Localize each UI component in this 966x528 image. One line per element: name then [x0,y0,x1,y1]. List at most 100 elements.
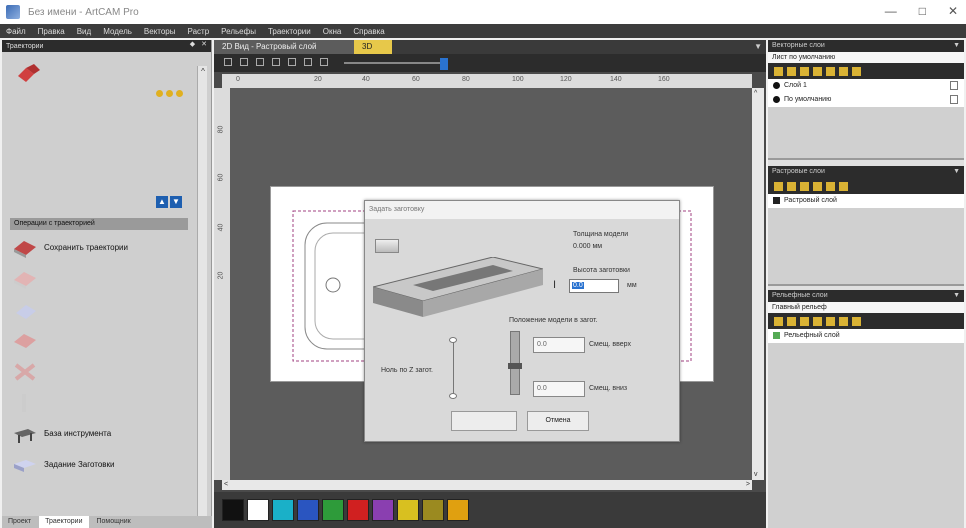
tab-2d-view[interactable]: 2D Вид - Растровый слой [214,40,354,54]
zoom-slider-track[interactable] [344,62,448,64]
maximize-button[interactable]: □ [919,4,926,18]
layer-item[interactable]: Слой 1 [768,79,964,93]
swatch-1[interactable] [247,499,269,521]
drawing-canvas[interactable]: Задать заготовку Толщина модели 0.000 мм… [230,88,752,480]
copy-icon[interactable] [813,181,822,191]
new-layer-icon[interactable] [774,316,783,326]
brush-icon[interactable] [826,181,835,191]
swatch-7[interactable] [397,499,419,521]
menu-toolpaths[interactable]: Траектории [268,27,311,36]
menu-raster[interactable]: Растр [188,27,210,36]
pin-icon[interactable]: ◆ [190,40,195,48]
lock-icon[interactable] [950,81,958,90]
menu-view[interactable]: Вид [77,27,91,36]
lock-icon[interactable] [950,95,958,104]
swatch-6[interactable] [372,499,394,521]
open-icon[interactable] [787,181,796,191]
material-height-input[interactable]: 0.0 [569,279,619,293]
op-save-toolpaths[interactable]: Сохранить траектории [12,232,192,263]
menu-reliefs[interactable]: Рельефы [221,27,256,36]
swatch-5[interactable] [347,499,369,521]
raster-layer-item[interactable]: Растровый слой [768,194,964,208]
menu-file[interactable]: Файл [6,27,26,36]
tab-assistant[interactable]: Помощник [91,516,137,528]
menu-windows[interactable]: Окна [323,27,342,36]
layer-item[interactable]: По умолчанию [768,93,964,107]
swatch-8[interactable] [422,499,444,521]
tab-3d-view[interactable]: 3D вид [354,40,392,65]
lightbulb-icon[interactable] [852,316,861,326]
save-icon[interactable] [800,181,809,191]
snap-icon[interactable] [304,58,312,66]
ok-button[interactable] [451,411,517,431]
refresh-icon[interactable] [272,58,280,66]
swatch-9[interactable] [447,499,469,521]
tab-toolpaths[interactable]: Траектории [39,516,89,528]
collapse-icon[interactable]: ▼ [953,290,960,302]
relief-main-name[interactable]: Главный рельеф [768,302,964,313]
left-panel-scrollbar[interactable]: ^ v [197,66,207,526]
panel-close-icon[interactable]: ✕ [201,40,207,48]
op-tool-database[interactable]: База инструмента [12,418,192,449]
lightbulb-icon[interactable] [852,66,861,76]
info-icon[interactable] [320,58,328,66]
menu-help[interactable]: Справка [353,27,384,36]
vertical-scrollbar[interactable]: ^ v [752,88,764,480]
zoom-tool-icon[interactable] [240,58,248,66]
horizontal-scrollbar[interactable]: < > [222,480,752,490]
open-icon[interactable] [787,66,796,76]
menu-vectors[interactable]: Векторы [144,27,176,36]
swatch-2[interactable] [272,499,294,521]
merge-icon[interactable] [839,66,848,76]
copy-icon[interactable] [813,66,822,76]
swatch-0[interactable] [222,499,244,521]
copy-icon[interactable] [813,316,822,326]
brush-icon[interactable] [826,66,835,76]
close-button[interactable]: ✕ [948,4,958,18]
brush-icon[interactable] [839,316,848,326]
relief-layer-item[interactable]: Рельефный слой [768,329,964,343]
new-layer-icon[interactable] [774,66,783,76]
select-tool-icon[interactable] [224,58,232,66]
scroll-right-icon[interactable]: > [746,480,750,490]
scroll-up-icon[interactable]: ^ [754,90,757,97]
new-layer-icon[interactable] [774,181,783,191]
arrow-up-button[interactable]: ▲ [156,196,168,208]
vector-sheet-name[interactable]: Лист по умолчанию [768,52,964,63]
scroll-up-icon[interactable]: ^ [198,66,208,78]
save-icon[interactable] [800,316,809,326]
pan-tool-icon[interactable] [256,58,264,66]
menu-edit[interactable]: Правка [38,27,65,36]
open-icon[interactable] [787,316,796,326]
zoom-slider-thumb[interactable] [440,58,448,70]
save-icon[interactable] [800,66,809,76]
op-set-material[interactable]: Задание Заготовки [12,449,192,480]
swatch-4[interactable] [322,499,344,521]
op-item-2[interactable] [12,263,192,294]
cancel-button[interactable]: Отмена [527,411,589,431]
op-item-4[interactable] [12,325,192,356]
tab-project[interactable]: Проект [2,516,37,528]
minimize-button[interactable]: — [885,4,897,18]
collapse-icon[interactable]: ▼ [953,40,960,52]
menu-model[interactable]: Модель [103,27,132,36]
toolpath-icon-4 [14,333,36,348]
toolpaths-panel-title: Траектории [6,42,44,50]
op-item-3[interactable] [12,294,192,325]
model-position-slider-thumb[interactable] [508,363,522,369]
offset-bottom-input[interactable]: 0.0 [533,381,585,397]
grid-icon[interactable] [288,58,296,66]
scroll-down-icon[interactable]: v [754,471,758,478]
swatch-3[interactable] [297,499,319,521]
offset-top-input[interactable]: 0.0 [533,337,585,353]
z-zero-top-radio[interactable] [449,337,457,343]
op-item-5[interactable] [12,356,192,387]
z-zero-bottom-radio[interactable] [449,393,457,399]
lightbulb-icon[interactable] [839,181,848,191]
op-item-6[interactable] [12,387,192,418]
eye-icon[interactable] [826,316,835,326]
collapse-icon[interactable]: ▼ [953,166,960,178]
chevron-down-icon[interactable]: ▼ [754,42,762,51]
arrow-down-button[interactable]: ▼ [170,196,182,208]
scroll-left-icon[interactable]: < [224,480,228,490]
